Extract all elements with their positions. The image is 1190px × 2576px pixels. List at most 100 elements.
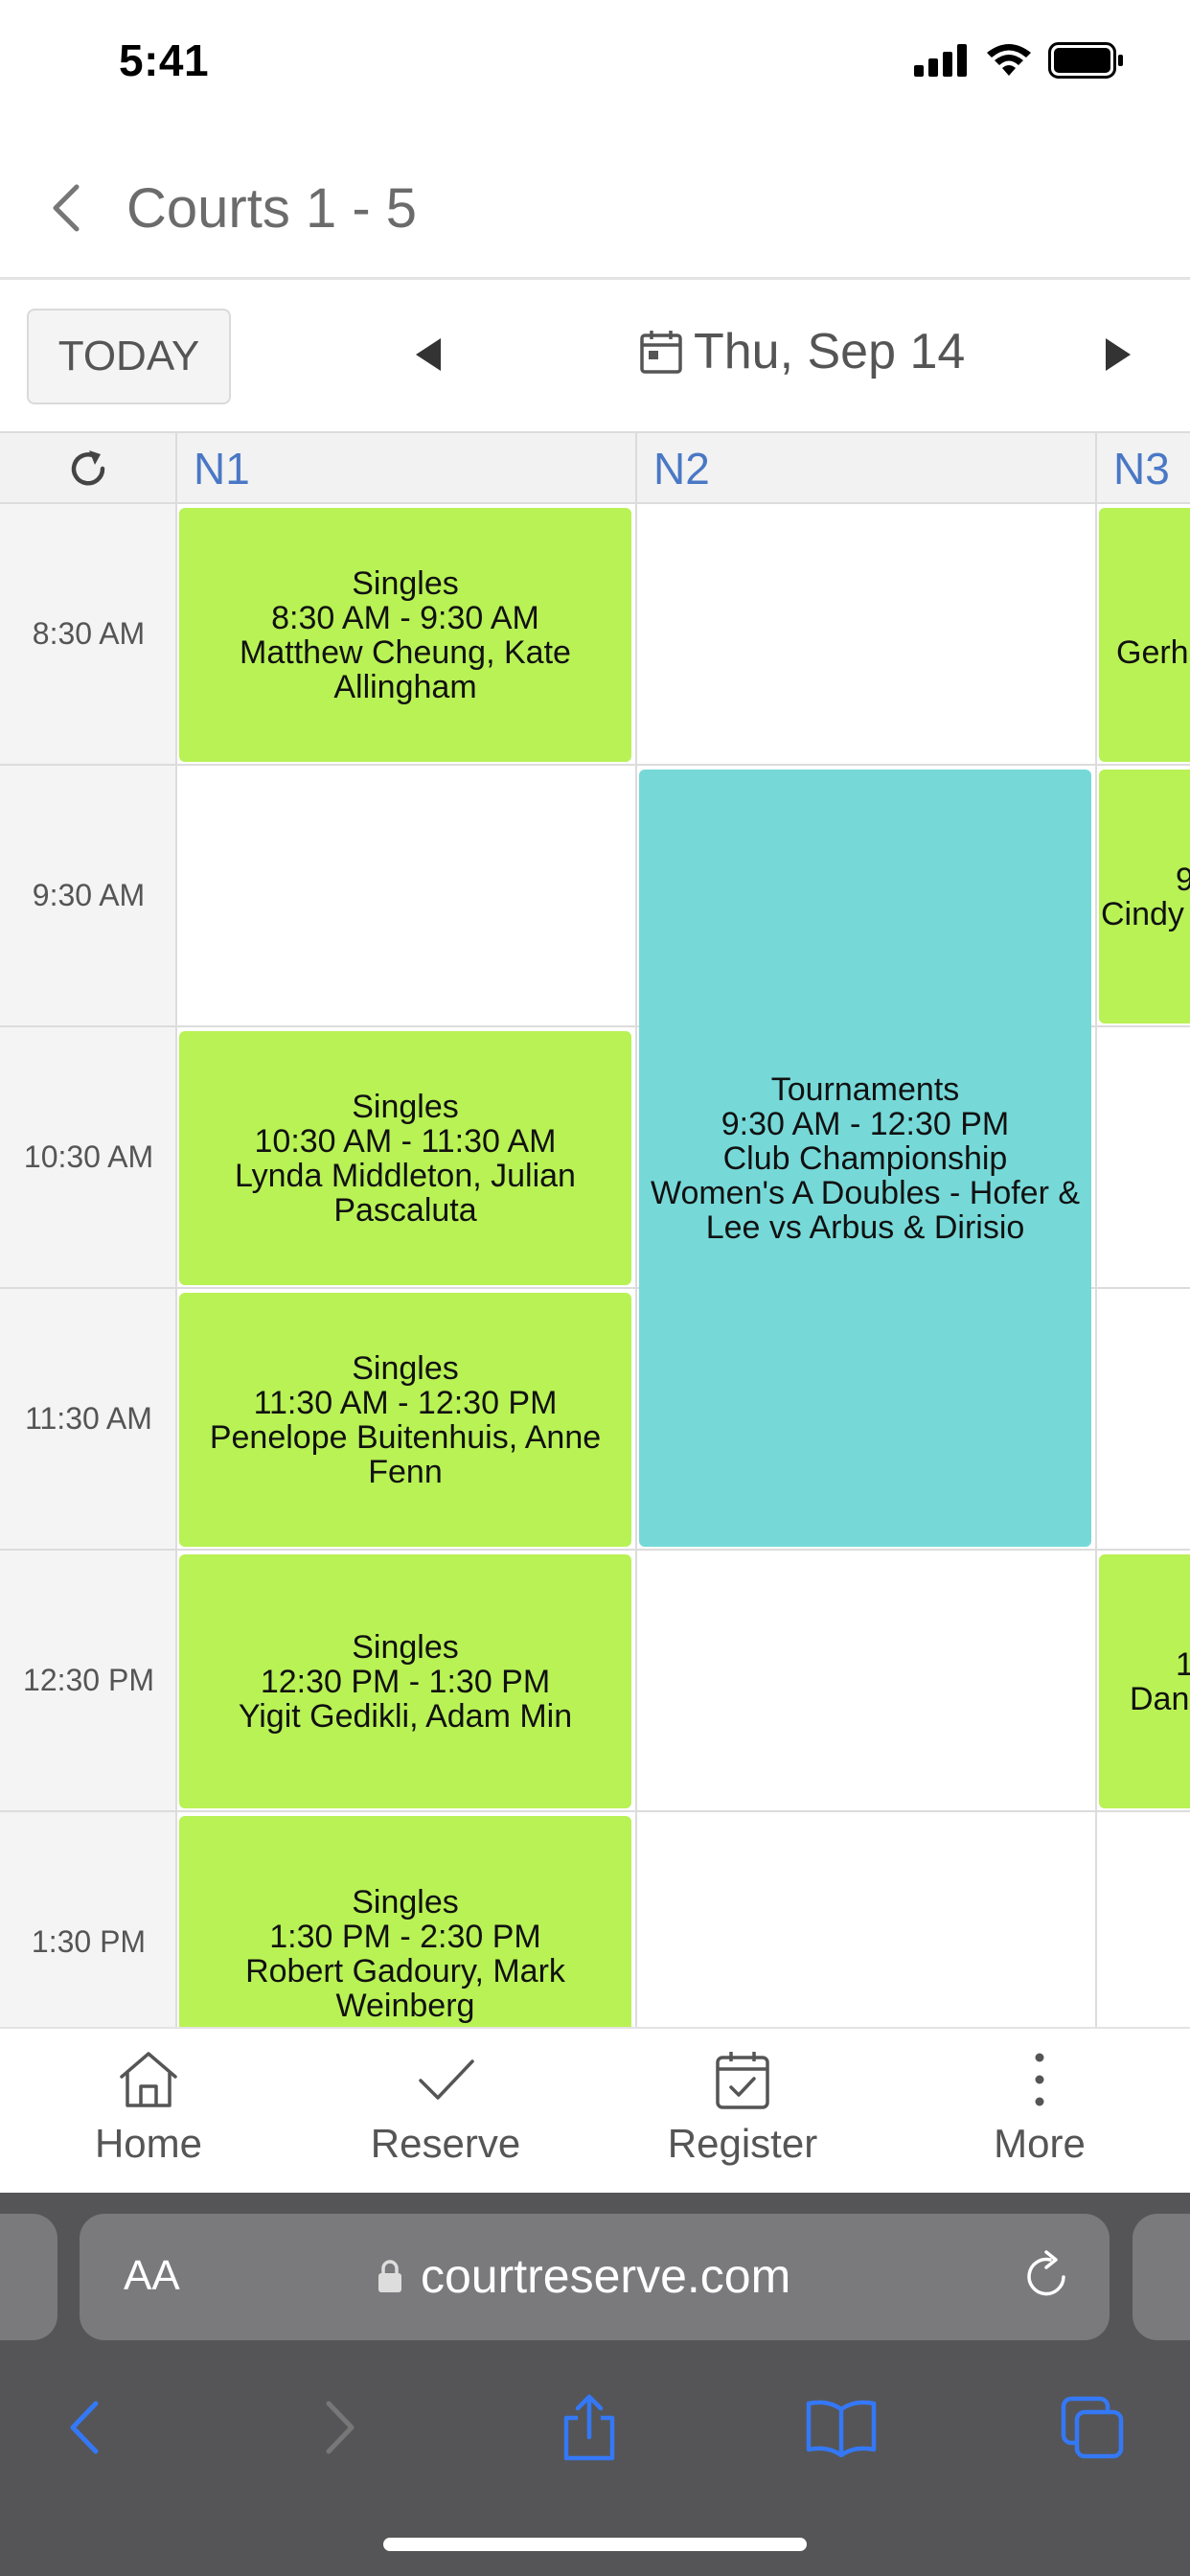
today-button[interactable]: TODAY [27, 309, 231, 404]
reservation-players: Yigit Gedikli, Adam Min [238, 1697, 573, 1735]
battery-icon [1048, 42, 1123, 79]
tab-label: More [994, 2121, 1086, 2166]
reservation-time: 8:30 AM - 9:30 AM [271, 599, 539, 636]
grid-line [1095, 504, 1097, 2027]
reservation-type: Singles [352, 1884, 459, 1920]
reservation-time: 10:30 AM - 11:30 AM [254, 1122, 557, 1160]
date-toolbar: TODAY Thu, Sep 14 [0, 283, 1190, 431]
reservation-players: Penelope Buitenhuis, Anne Fenn [209, 1418, 602, 1490]
lock-icon [378, 2260, 401, 2292]
selected-date: Thu, Sep 14 [694, 324, 966, 380]
reservation-block[interactable]: Singles 10:30 AM - 11:30 AM Lynda Middle… [179, 1031, 631, 1285]
calendar-check-icon [716, 2052, 769, 2109]
triangle-left-icon [416, 338, 441, 371]
reservation-type: Singles [352, 1349, 459, 1387]
grid-line [635, 504, 637, 2027]
time-column: 8:30 AM 9:30 AM 10:30 AM 11:30 AM 12:30 … [0, 504, 177, 2027]
status-icons [914, 42, 1125, 79]
reservation-players: Robert Gadoury, Mark Weinberg [245, 1953, 565, 2024]
calendar-icon [640, 331, 682, 374]
next-tab-preview[interactable] [1133, 2214, 1190, 2340]
reservation-block[interactable]: Singles 1:30 PM - 2:30 PM Robert Gadoury… [179, 1816, 631, 2027]
reservation-players: Matthew Cheung, Kate Allingham [240, 633, 571, 705]
reservation-time: 1:30 PM - 2:30 PM [269, 1919, 541, 1955]
status-time: 5:41 [119, 35, 210, 85]
reservation-block[interactable]: Singles 11:30 AM - 12:30 PM Penelope Bui… [179, 1293, 631, 1547]
previous-tab-preview[interactable] [0, 2214, 57, 2340]
triangle-right-icon [1106, 338, 1131, 371]
text-size-button[interactable]: AA [124, 2252, 180, 2300]
tab-register[interactable]: Register [594, 2029, 891, 2195]
refresh-icon [71, 450, 104, 486]
partial-text: 1 [1176, 1645, 1190, 1683]
reload-button[interactable] [1021, 2248, 1071, 2307]
more-vertical-icon [1035, 2053, 1044, 2106]
grid-line [177, 1810, 1190, 1812]
time-slot-label: 12:30 PM [0, 1551, 177, 1812]
tab-more[interactable]: More [891, 2029, 1188, 2195]
time-slot-label: 9:30 AM [0, 766, 177, 1027]
reservation-block[interactable]: Singles 8:30 AM - 9:30 AM Matthew Cheung… [179, 508, 631, 762]
page-title: Courts 1 - 5 [126, 177, 417, 240]
grid-line [177, 764, 1190, 766]
grid-line [177, 1549, 1190, 1551]
url-display[interactable]: courtreserve.com [377, 2248, 790, 2304]
reservation-type: Singles [352, 1088, 459, 1125]
court-header-n3: N3 [1113, 444, 1170, 494]
home-icon [120, 2052, 177, 2107]
event-type: Tournaments [770, 1070, 960, 1108]
tabs-button[interactable] [1054, 2389, 1131, 2466]
browser-chrome: AA courtreserve.com [0, 2193, 1190, 2576]
reservation-time: 12:30 PM - 1:30 PM [260, 1663, 551, 1700]
chevron-left-icon [53, 184, 80, 232]
court-header-n2: N2 [637, 433, 1097, 504]
book-icon [806, 2400, 877, 2457]
address-bar[interactable]: AA courtreserve.com [80, 2214, 1110, 2340]
reservation-block-partial[interactable]: 9 Cindy [1099, 770, 1190, 1024]
reservation-players: Lynda Middleton, Julian Pascaluta [235, 1157, 576, 1229]
bottom-tab-bar: Home Reserve Register More [0, 2027, 1190, 2193]
court-header-row: N1 N2 N3 [0, 431, 1190, 504]
share-button[interactable] [551, 2389, 628, 2466]
app-header: Courts 1 - 5 [0, 134, 1190, 280]
back-button[interactable] [36, 174, 94, 242]
tab-label: Home [94, 2121, 203, 2166]
reservation-block[interactable]: Singles 12:30 PM - 1:30 PM Yigit Gedikli… [179, 1554, 631, 1808]
tab-label: Reserve [370, 2121, 521, 2166]
next-day-button[interactable] [1098, 331, 1136, 379]
tab-reserve[interactable]: Reserve [297, 2029, 594, 2195]
browser-back-button[interactable] [46, 2389, 123, 2466]
partial-text: Gerh [1116, 633, 1189, 671]
partial-text: Dan [1130, 1680, 1190, 1717]
reservation-time: 11:30 AM - 12:30 PM [253, 1384, 558, 1421]
court-header-n1: N1 [177, 433, 637, 504]
time-slot-label: 11:30 AM [0, 1289, 177, 1551]
tournament-block[interactable]: Tournaments 9:30 AM - 12:30 PM Club Cham… [639, 770, 1091, 1547]
browser-forward-button[interactable] [302, 2389, 378, 2466]
event-time: 9:30 AM - 12:30 PM [721, 1105, 1010, 1142]
chevron-right-icon [326, 2401, 355, 2454]
event-title: Club Championship [722, 1139, 1008, 1177]
date-picker[interactable]: Thu, Sep 14 [640, 323, 965, 380]
partial-text: 8 [1099, 601, 1190, 635]
check-icon [419, 2059, 474, 2100]
reload-icon [1027, 2250, 1065, 2296]
previous-day-button[interactable] [410, 331, 448, 379]
bookmarks-button[interactable] [803, 2389, 880, 2466]
reservation-type: Singles [352, 564, 459, 602]
reservation-block-partial[interactable]: 8 Gerh [1099, 508, 1190, 762]
status-bar: 5:41 [0, 0, 1190, 134]
reservation-block-partial[interactable]: 1 Dan [1099, 1554, 1190, 1808]
time-slot-label: 8:30 AM [0, 504, 177, 766]
tabs-icon [1061, 2396, 1124, 2459]
url-text: courtreserve.com [421, 2249, 791, 2303]
time-slot-label: 1:30 PM [0, 1812, 177, 2027]
event-detail: Women's A Doubles - Hofer & Lee vs Arbus… [650, 1174, 1081, 1246]
share-icon [563, 2394, 615, 2461]
tab-home[interactable]: Home [0, 2029, 297, 2195]
partial-text: 9 [1176, 861, 1190, 898]
refresh-button[interactable] [0, 433, 177, 504]
time-slot-label: 10:30 AM [0, 1027, 177, 1289]
partial-text: Cindy [1101, 895, 1184, 932]
cellular-signal-icon [914, 44, 967, 77]
